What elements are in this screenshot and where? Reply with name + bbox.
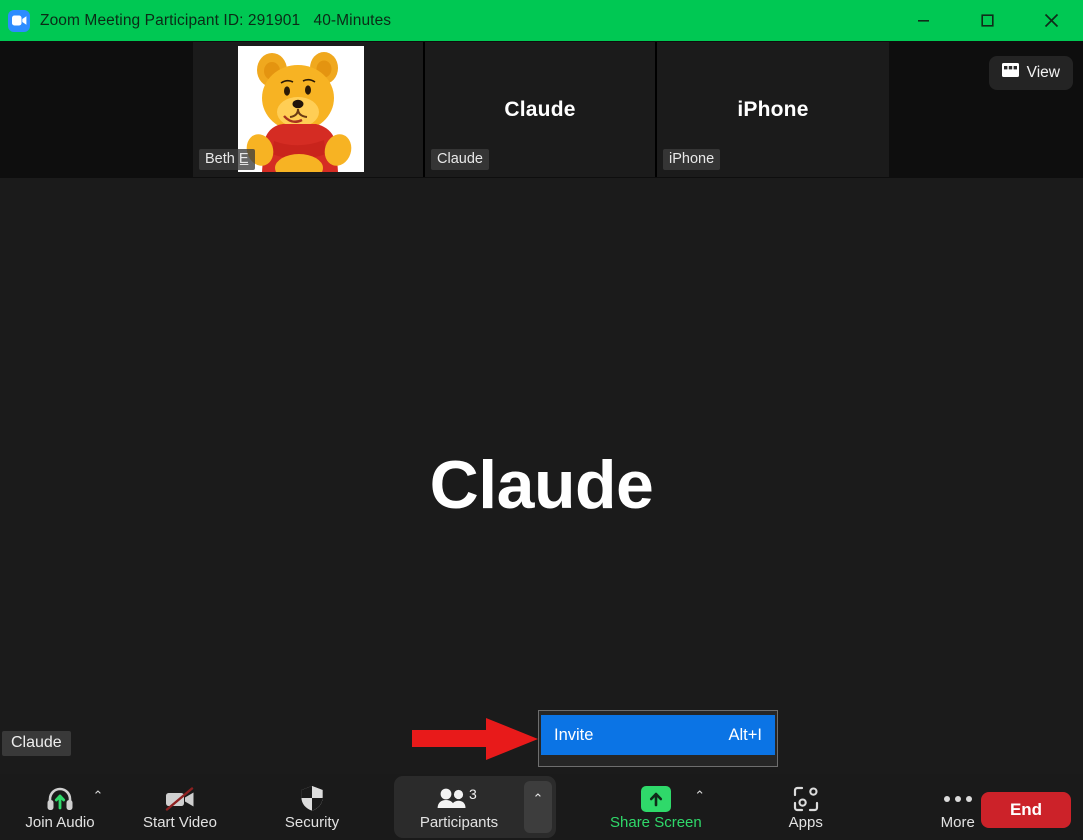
menu-item-invite[interactable]: Invite Alt+I	[541, 715, 775, 755]
meeting-toolbar: Join Audio ⌃ Start Video Security 3 Part…	[0, 774, 1083, 840]
zoom-camera-icon	[8, 9, 30, 32]
svg-text:3: 3	[469, 787, 477, 802]
stage-display-name: Claude	[429, 447, 654, 523]
end-button-label: End	[1009, 800, 1043, 819]
share-screen-label: Share Screen	[610, 813, 702, 831]
thumbnail-display-name: Claude	[504, 97, 576, 121]
thumbnail-claude[interactable]: Claude Claude	[425, 42, 657, 177]
participants-control-group: 3 Participants ⌃	[394, 776, 556, 838]
start-video-button[interactable]: Start Video	[134, 774, 226, 840]
shield-icon	[300, 785, 324, 813]
thumbnail-display-name: iPhone	[737, 97, 809, 121]
end-meeting-button[interactable]: End	[981, 792, 1071, 828]
apps-label: Apps	[788, 813, 823, 831]
winnie-the-pooh-avatar	[238, 46, 364, 172]
participants-caret-icon[interactable]: ⌃	[524, 781, 552, 833]
more-label: More	[940, 813, 975, 831]
participants-icon: 3	[436, 785, 482, 813]
start-video-label: Start Video	[143, 813, 217, 831]
active-speaker-stage: Claude Claude	[0, 178, 1083, 774]
view-button-label: View	[1026, 63, 1060, 81]
stage-name-label: Claude	[2, 731, 71, 756]
security-button[interactable]: Security	[266, 774, 358, 840]
grid-view-icon	[1001, 63, 1019, 82]
thumbnail-label: iPhone	[663, 149, 721, 170]
apps-icon	[793, 785, 819, 813]
minimize-button[interactable]	[891, 0, 955, 41]
view-button[interactable]: View	[988, 56, 1073, 90]
red-arrow-pointing-right	[412, 716, 540, 767]
participants-label: Participants	[419, 813, 499, 831]
participants-button[interactable]: 3 Participants	[394, 776, 524, 838]
participants-context-menu: Invite Alt+I	[538, 710, 778, 767]
camera-off-icon	[165, 785, 195, 813]
share-screen-button[interactable]: Share Screen ⌃	[604, 774, 708, 840]
security-label: Security	[284, 813, 340, 831]
share-screen-caret-icon[interactable]: ⌃	[690, 780, 710, 810]
join-audio-button[interactable]: Join Audio ⌃	[14, 774, 106, 840]
headset-audio-icon	[46, 785, 74, 813]
more-dots-icon	[943, 785, 972, 813]
menu-item-accelerator: Alt+I	[728, 725, 762, 744]
zoom-meeting-window: Zoom Meeting Participant ID: 291901 40-M…	[0, 0, 1083, 840]
thumbnail-beth[interactable]: Beth E̲	[193, 42, 425, 177]
thumbnail-label: Beth E̲	[199, 149, 255, 170]
window-controls	[891, 0, 1083, 41]
join-audio-label: Join Audio	[25, 813, 95, 831]
maximize-button[interactable]	[955, 0, 1019, 41]
menu-item-label: Invite	[554, 725, 594, 744]
thumbnail-iphone[interactable]: iPhone iPhone	[657, 42, 889, 177]
join-audio-caret-icon[interactable]: ⌃	[88, 780, 108, 810]
title-bar: Zoom Meeting Participant ID: 291901 40-M…	[0, 0, 1083, 41]
apps-button[interactable]: Apps	[760, 774, 852, 840]
participant-thumbnail-strip: Beth E̲ Claude Claude iPhone iPhone	[193, 42, 889, 177]
thumbnail-label: Claude	[431, 149, 489, 170]
share-screen-up-arrow-icon	[640, 785, 671, 813]
close-button[interactable]	[1019, 0, 1083, 41]
window-title: Zoom Meeting Participant ID: 291901 40-M…	[40, 11, 392, 29]
